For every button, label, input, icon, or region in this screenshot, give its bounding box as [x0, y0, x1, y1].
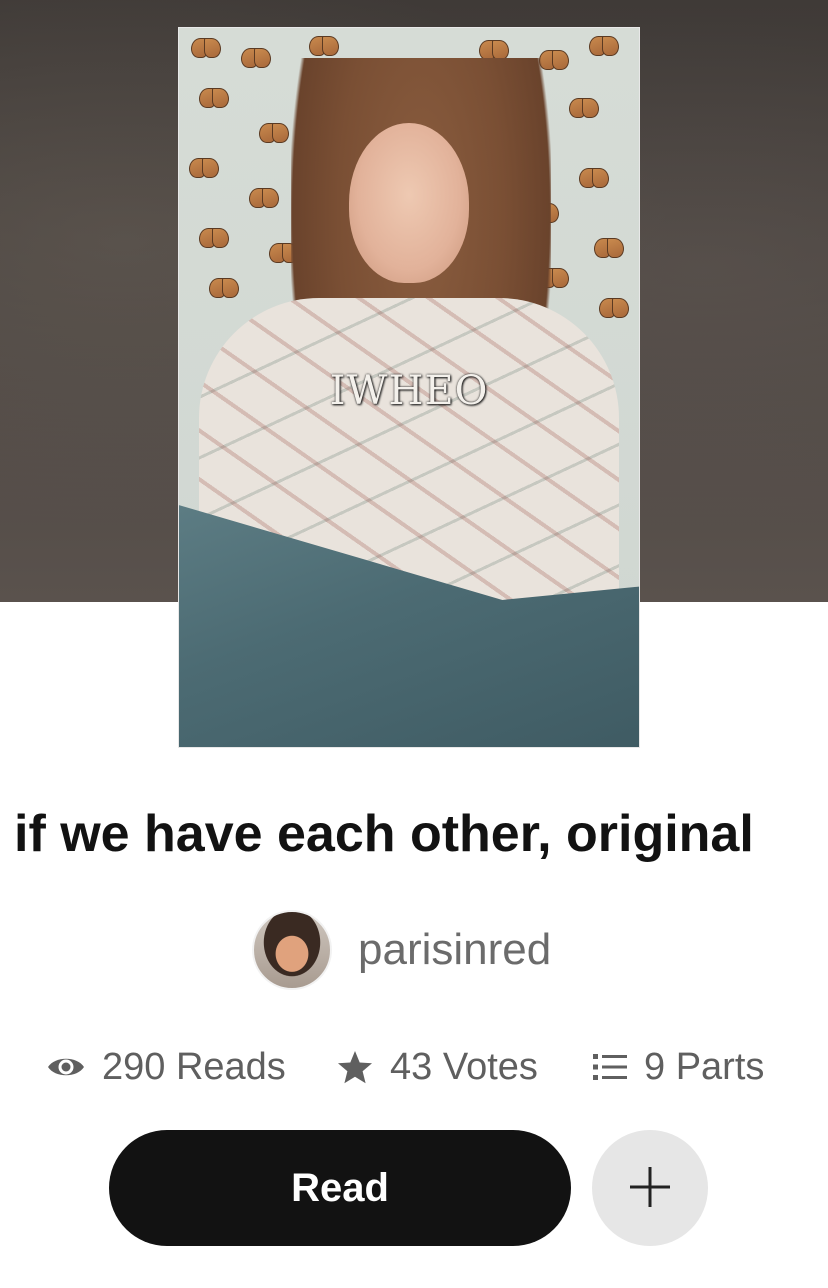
parts-stat: 9 Parts [592, 1040, 764, 1094]
eye-icon [46, 1053, 86, 1081]
story-stats: 290 Reads 43 Votes 9 Parts [0, 1040, 828, 1094]
author-username[interactable]: parisinred [358, 925, 551, 975]
story-title: if we have each other, original [14, 805, 754, 863]
author-avatar[interactable] [252, 910, 332, 990]
reads-stat: 290 Reads [46, 1040, 286, 1094]
story-cover[interactable]: IWHEO [178, 27, 640, 748]
author-link[interactable]: parisinred [252, 910, 551, 990]
list-icon [592, 1052, 628, 1082]
votes-count: 43 Votes [390, 1045, 538, 1088]
votes-stat: 43 Votes [336, 1040, 538, 1094]
plus-icon [628, 1165, 672, 1212]
add-to-library-button[interactable] [592, 1130, 708, 1246]
portrait-face [349, 123, 469, 283]
read-button[interactable]: Read [109, 1130, 571, 1246]
reads-count: 290 Reads [102, 1045, 286, 1088]
star-icon [336, 1049, 374, 1085]
parts-count: 9 Parts [644, 1045, 765, 1088]
cover-title-text: IWHEO [329, 368, 489, 414]
